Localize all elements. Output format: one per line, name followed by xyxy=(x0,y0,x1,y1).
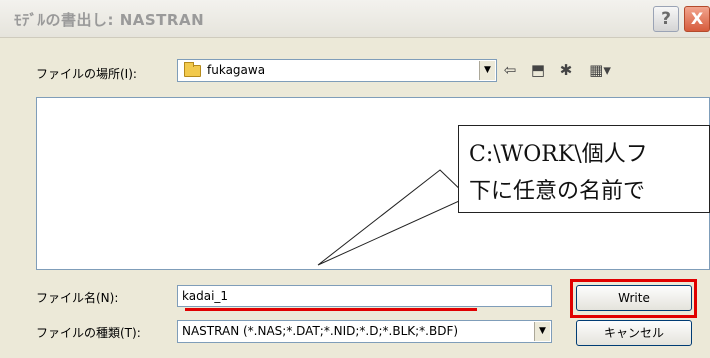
chevron-down-icon[interactable]: ▼ xyxy=(534,322,550,341)
filename-underline xyxy=(185,308,477,311)
callout-line-1: C:\WORK\個人フ xyxy=(469,142,648,167)
filetype-dropdown[interactable]: NASTRAN (*.NAS;*.DAT;*.NID;*.D;*.BLK;*.B… xyxy=(177,320,552,343)
write-highlight xyxy=(570,279,697,318)
filename-label: ファイル名(N): xyxy=(36,291,119,305)
filename-input[interactable]: kadai_1 xyxy=(177,285,552,307)
cancel-button[interactable]: キャンセル xyxy=(576,320,692,346)
filetype-value: NASTRAN (*.NAS;*.DAT;*.NID;*.D;*.BLK;*.B… xyxy=(182,324,459,338)
callout-box: C:\WORK\個人フ 下に任意の名前で xyxy=(458,125,710,213)
save-dialog: ﾓﾃﾞﾙの書出し: NASTRAN ? X ファイルの場所(I): fukaga… xyxy=(0,0,710,358)
callout-line-2: 下に任意の名前で xyxy=(469,179,646,204)
filetype-label: ファイルの種類(T): xyxy=(36,326,141,340)
filename-value: kadai_1 xyxy=(182,289,229,303)
